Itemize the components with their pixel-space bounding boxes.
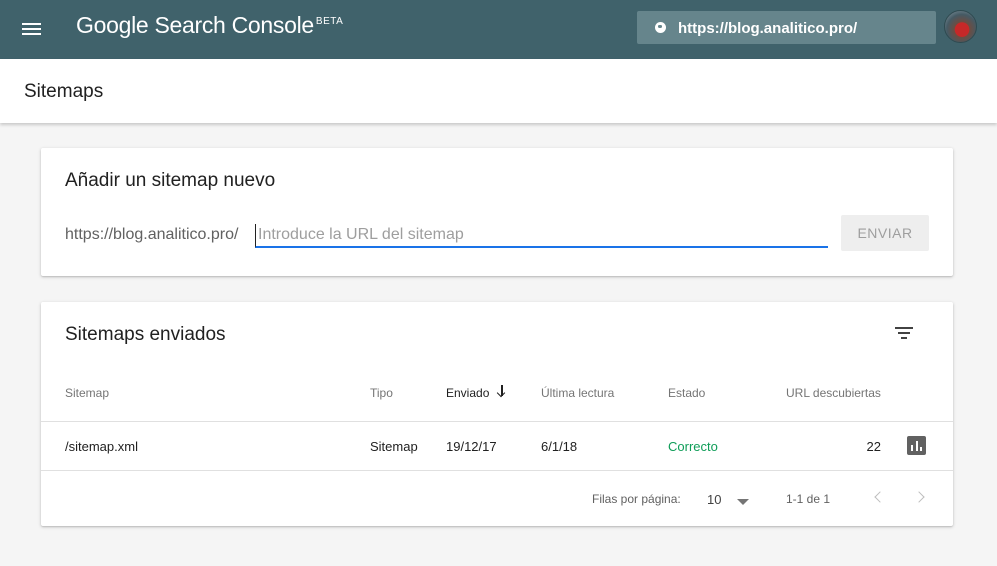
rows-per-page-select[interactable]: 10 — [707, 488, 757, 510]
cell-ultima-lectura: 6/1/18 — [541, 439, 578, 454]
bar-chart-icon[interactable] — [907, 436, 926, 455]
chevron-left-icon[interactable] — [870, 488, 886, 508]
column-header-tipo[interactable]: Tipo — [370, 386, 393, 400]
property-selector[interactable]: https://blog.analitico.pro/ — [637, 11, 936, 44]
column-header-estado[interactable]: Estado — [668, 386, 705, 400]
top-app-bar: Google Search Console BETA https://blog.a… — [0, 0, 997, 59]
rows-per-page-value: 10 — [707, 492, 722, 507]
submitted-sitemaps-card: Sitemaps enviados Sitemap Tipo Enviado Ú… — [41, 302, 953, 526]
beta-badge: BETA — [315, 16, 344, 27]
cell-sitemap[interactable]: /sitemap.xml — [65, 439, 138, 454]
brand-name: Google Search Console — [76, 12, 314, 38]
column-header-ultima-lectura[interactable]: Última lectura — [541, 386, 614, 400]
sitemap-url-input[interactable] — [255, 224, 828, 248]
column-header-enviado[interactable]: Enviado — [446, 386, 489, 400]
column-header-url-descubiertas[interactable]: URL descubiertas — [786, 386, 881, 400]
cell-estado: Correcto — [668, 439, 718, 454]
product-logo[interactable]: Google Search Console BETA — [76, 12, 344, 39]
property-url: https://blog.analitico.pro/ — [678, 20, 858, 37]
page-title: Sitemaps — [24, 81, 104, 102]
chevron-right-icon[interactable] — [913, 488, 929, 508]
dropdown-arrow-icon — [737, 499, 749, 505]
cell-enviado: 19/12/17 — [446, 439, 497, 454]
submit-button[interactable]: ENVIAR — [841, 215, 929, 251]
globe-icon — [655, 22, 666, 33]
sitemap-url-prefix: https://blog.analitico.pro/ — [65, 226, 239, 243]
submitted-sitemaps-title: Sitemaps enviados — [65, 324, 226, 345]
page-header: Sitemaps — [0, 59, 997, 123]
arrow-down-icon[interactable] — [496, 384, 508, 398]
menu-icon[interactable] — [18, 16, 46, 42]
filter-icon[interactable] — [892, 322, 916, 344]
header-divider — [41, 421, 953, 422]
cell-url-descubiertas: 22 — [866, 439, 881, 454]
rows-per-page-label: Filas por página: — [592, 492, 681, 506]
add-sitemap-title: Añadir un sitemap nuevo — [65, 170, 276, 191]
avatar[interactable] — [944, 10, 977, 43]
column-header-sitemap[interactable]: Sitemap — [65, 386, 109, 400]
add-sitemap-card: Añadir un sitemap nuevo https://blog.ana… — [41, 148, 953, 276]
pagination-range: 1-1 de 1 — [786, 492, 831, 506]
cell-tipo: Sitemap — [370, 439, 418, 454]
row-divider — [41, 470, 953, 471]
